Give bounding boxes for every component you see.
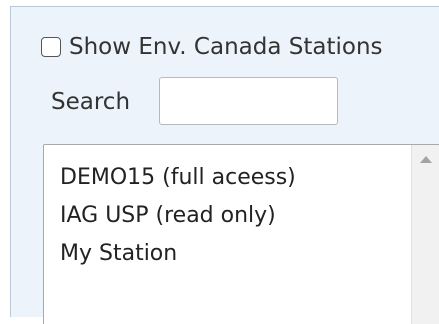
list-item-station[interactable]: DEMO15 (full aceess) bbox=[60, 159, 407, 197]
env-canada-toggle[interactable]: Show Env. Canada Stations bbox=[41, 31, 383, 63]
search-label: Search bbox=[51, 89, 131, 115]
list-item-station[interactable]: My Station bbox=[60, 235, 407, 273]
list-item-station[interactable]: IAG USP (read only) bbox=[60, 197, 407, 235]
station-listbox[interactable]: DEMO15 (full aceess) IAG USP (read only)… bbox=[43, 144, 439, 324]
station-list: DEMO15 (full aceess) IAG USP (read only)… bbox=[60, 159, 407, 273]
env-canada-label[interactable]: Show Env. Canada Stations bbox=[69, 34, 383, 60]
search-input[interactable] bbox=[159, 77, 338, 125]
triangle-up-icon bbox=[419, 155, 432, 163]
scroll-up-button[interactable] bbox=[412, 145, 439, 173]
listbox-scrollbar[interactable] bbox=[411, 145, 439, 324]
env-canada-checkbox[interactable] bbox=[41, 37, 61, 57]
station-filter-panel: Show Env. Canada Stations Search DEMO15 … bbox=[10, 6, 439, 324]
